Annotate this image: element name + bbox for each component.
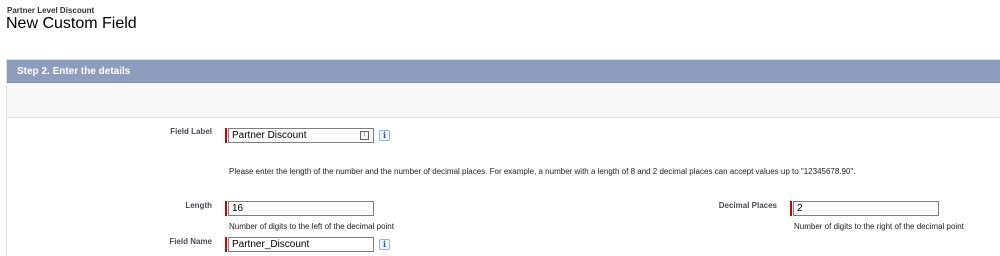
required-marker [225,237,227,252]
length-label: Length [185,201,212,210]
required-marker [225,201,227,216]
decimal-places-hint: Number of digits to the right of the dec… [794,222,964,231]
length-input[interactable] [228,201,374,216]
info-icon[interactable]: i [379,130,390,141]
page-title: New Custom Field [6,15,137,32]
required-marker [790,201,792,216]
decimal-places-label: Decimal Places [718,201,777,210]
lookup-icon[interactable]: ⁝ [360,131,369,140]
step-header: Step 2. Enter the details [7,60,1000,83]
field-label-input[interactable] [228,128,374,143]
length-hint: Number of digits to the left of the deci… [229,222,394,231]
field-name-input[interactable] [228,237,374,252]
breadcrumb: Partner Level Discount [7,6,95,15]
required-marker [225,128,227,143]
field-name-label: Field Name [169,237,212,246]
step-title: Step 2. Enter the details [17,65,131,77]
info-icon[interactable]: i [379,239,390,250]
step-subheader [7,83,1000,118]
decimal-places-input[interactable] [793,201,939,216]
field-label-label: Field Label [170,127,212,136]
length-instructions: Please enter the length of the number an… [229,167,856,176]
